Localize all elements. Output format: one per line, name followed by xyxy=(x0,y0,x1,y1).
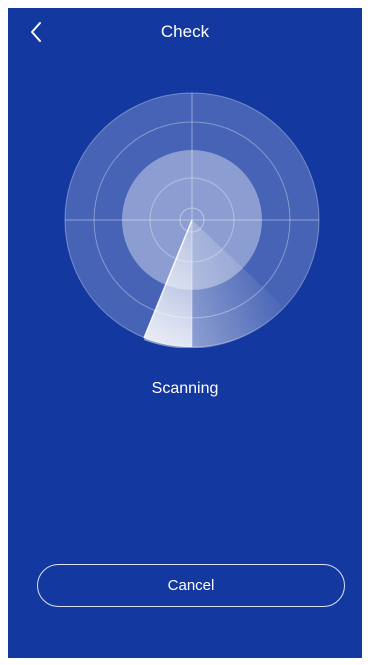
check-screen: Check Scanning Cancel xyxy=(8,8,362,658)
cancel-button[interactable]: Cancel xyxy=(37,564,345,607)
page-title: Check xyxy=(160,22,210,41)
scanning-status: Scanning xyxy=(151,380,219,397)
radar-icon xyxy=(64,92,320,349)
header: Check xyxy=(8,8,362,56)
